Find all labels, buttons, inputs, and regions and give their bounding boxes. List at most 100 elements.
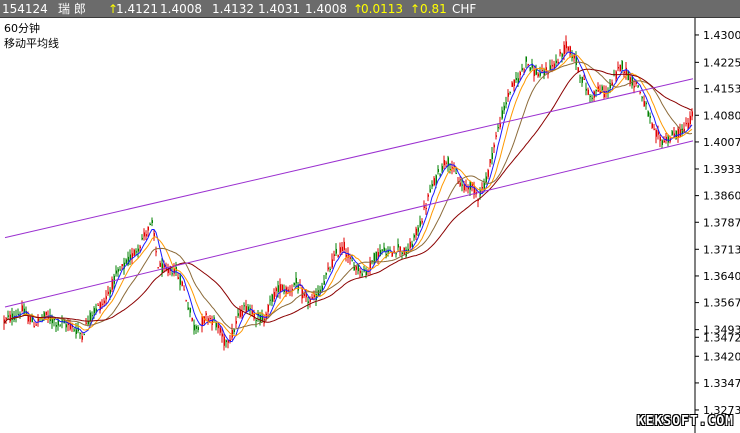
candle-body (637, 85, 639, 87)
channel-line-1 (4, 140, 694, 308)
candle-body (237, 313, 239, 316)
candle-body (433, 178, 435, 186)
price-chart[interactable]: 1.4300 1.4225 1.4153 1.4080 1.4007 1.3933 1.38… (0, 18, 740, 433)
candle-body (17, 313, 19, 315)
candle-body (215, 322, 217, 328)
candle-body (185, 300, 187, 302)
candle-body (143, 232, 145, 237)
candle-body (397, 244, 399, 248)
change-value: 0.0113 (361, 2, 403, 16)
candle-body (421, 221, 423, 223)
candle-body (121, 264, 123, 266)
candle-body (361, 273, 363, 276)
candle-body (623, 71, 625, 74)
candle-body (651, 123, 653, 128)
candle-body (85, 322, 87, 324)
candle-body (159, 262, 161, 267)
candle-body (569, 46, 571, 55)
candle-body (245, 306, 247, 313)
candle-body (649, 116, 651, 118)
candle-body (323, 281, 325, 285)
candle-body (269, 299, 271, 301)
candle-body (525, 56, 527, 62)
candle-body (659, 136, 661, 141)
candle-body (189, 307, 191, 313)
candle-body (503, 105, 505, 111)
candle-body (139, 246, 141, 249)
candle-body (563, 44, 565, 55)
candle-body (239, 309, 241, 317)
candle-body (53, 318, 55, 321)
y-tick-label-8: 1.3713 (703, 243, 740, 256)
candle-body (273, 291, 275, 300)
candle-body (401, 252, 403, 254)
candle-body (337, 255, 339, 257)
candle-body (33, 326, 35, 328)
y-tick-label-10: 1.3567 (703, 297, 740, 310)
y-tick-label-13: 1.3420 (703, 350, 740, 363)
candle-body (643, 101, 645, 107)
candle-body (205, 313, 207, 315)
candle-body (497, 127, 499, 129)
candle-body (513, 79, 515, 87)
candle-body (485, 176, 487, 183)
candle-body (483, 183, 485, 190)
candle-body (595, 89, 597, 92)
candle-body (91, 315, 93, 317)
candle-body (133, 249, 135, 256)
candle-body (383, 247, 385, 252)
candle-body (635, 82, 637, 84)
candle-body (145, 234, 147, 237)
candle-body (335, 248, 337, 254)
candle-body (493, 144, 495, 148)
candle-body (93, 308, 95, 314)
currency-code: CHF (452, 2, 477, 16)
candle-body (581, 76, 583, 83)
candle-body (5, 318, 7, 320)
candle-body (575, 57, 577, 66)
candle-body (27, 316, 29, 322)
y-tick-label-3: 1.4080 (703, 109, 740, 122)
candle-body (677, 128, 679, 138)
candle-body (119, 269, 121, 271)
candle-body (541, 69, 543, 71)
chart-window: 154124 瑞 郎 ↑ 1.4121 1.4008 1.4132 1.4031… (0, 0, 740, 433)
candle-body (501, 110, 503, 119)
prev-price: 1.4008 (305, 2, 347, 16)
candle-body (395, 253, 397, 255)
candle-body (487, 170, 489, 177)
candle-body (279, 284, 281, 293)
candle-body (409, 241, 411, 248)
candle-body (79, 333, 81, 335)
candle-body (435, 175, 437, 184)
chart-area[interactable]: 1.4300 1.4225 1.4153 1.4080 1.4007 1.3933 1.38… (0, 18, 740, 433)
candle-body (105, 296, 107, 300)
candle-body (29, 316, 31, 322)
candle-body (225, 340, 227, 343)
candle-body (521, 68, 523, 71)
candle-body (95, 308, 97, 312)
candle-body (217, 324, 219, 329)
candle-body (509, 92, 511, 94)
candle-body (55, 325, 57, 327)
candle-body (35, 324, 37, 326)
candle-body (147, 226, 149, 231)
candle-body (45, 311, 47, 315)
candle-body (557, 61, 559, 63)
candle-body (653, 128, 655, 130)
candle-body (535, 69, 537, 75)
candle-body (233, 329, 235, 332)
candle-body (415, 228, 417, 236)
candle-body (491, 153, 493, 160)
candle-body (243, 305, 245, 307)
candle-body (247, 306, 249, 311)
symbol-name: 瑞 郎 (58, 2, 86, 16)
candle-body (135, 251, 137, 253)
y-tick-label-14: 1.3347 (703, 377, 740, 390)
candle-body (267, 305, 269, 312)
candle-body (141, 237, 143, 240)
candle-body (639, 91, 641, 94)
candle-body (679, 129, 681, 137)
pct-value: 0.81 (420, 2, 447, 16)
candle-body (325, 273, 327, 275)
